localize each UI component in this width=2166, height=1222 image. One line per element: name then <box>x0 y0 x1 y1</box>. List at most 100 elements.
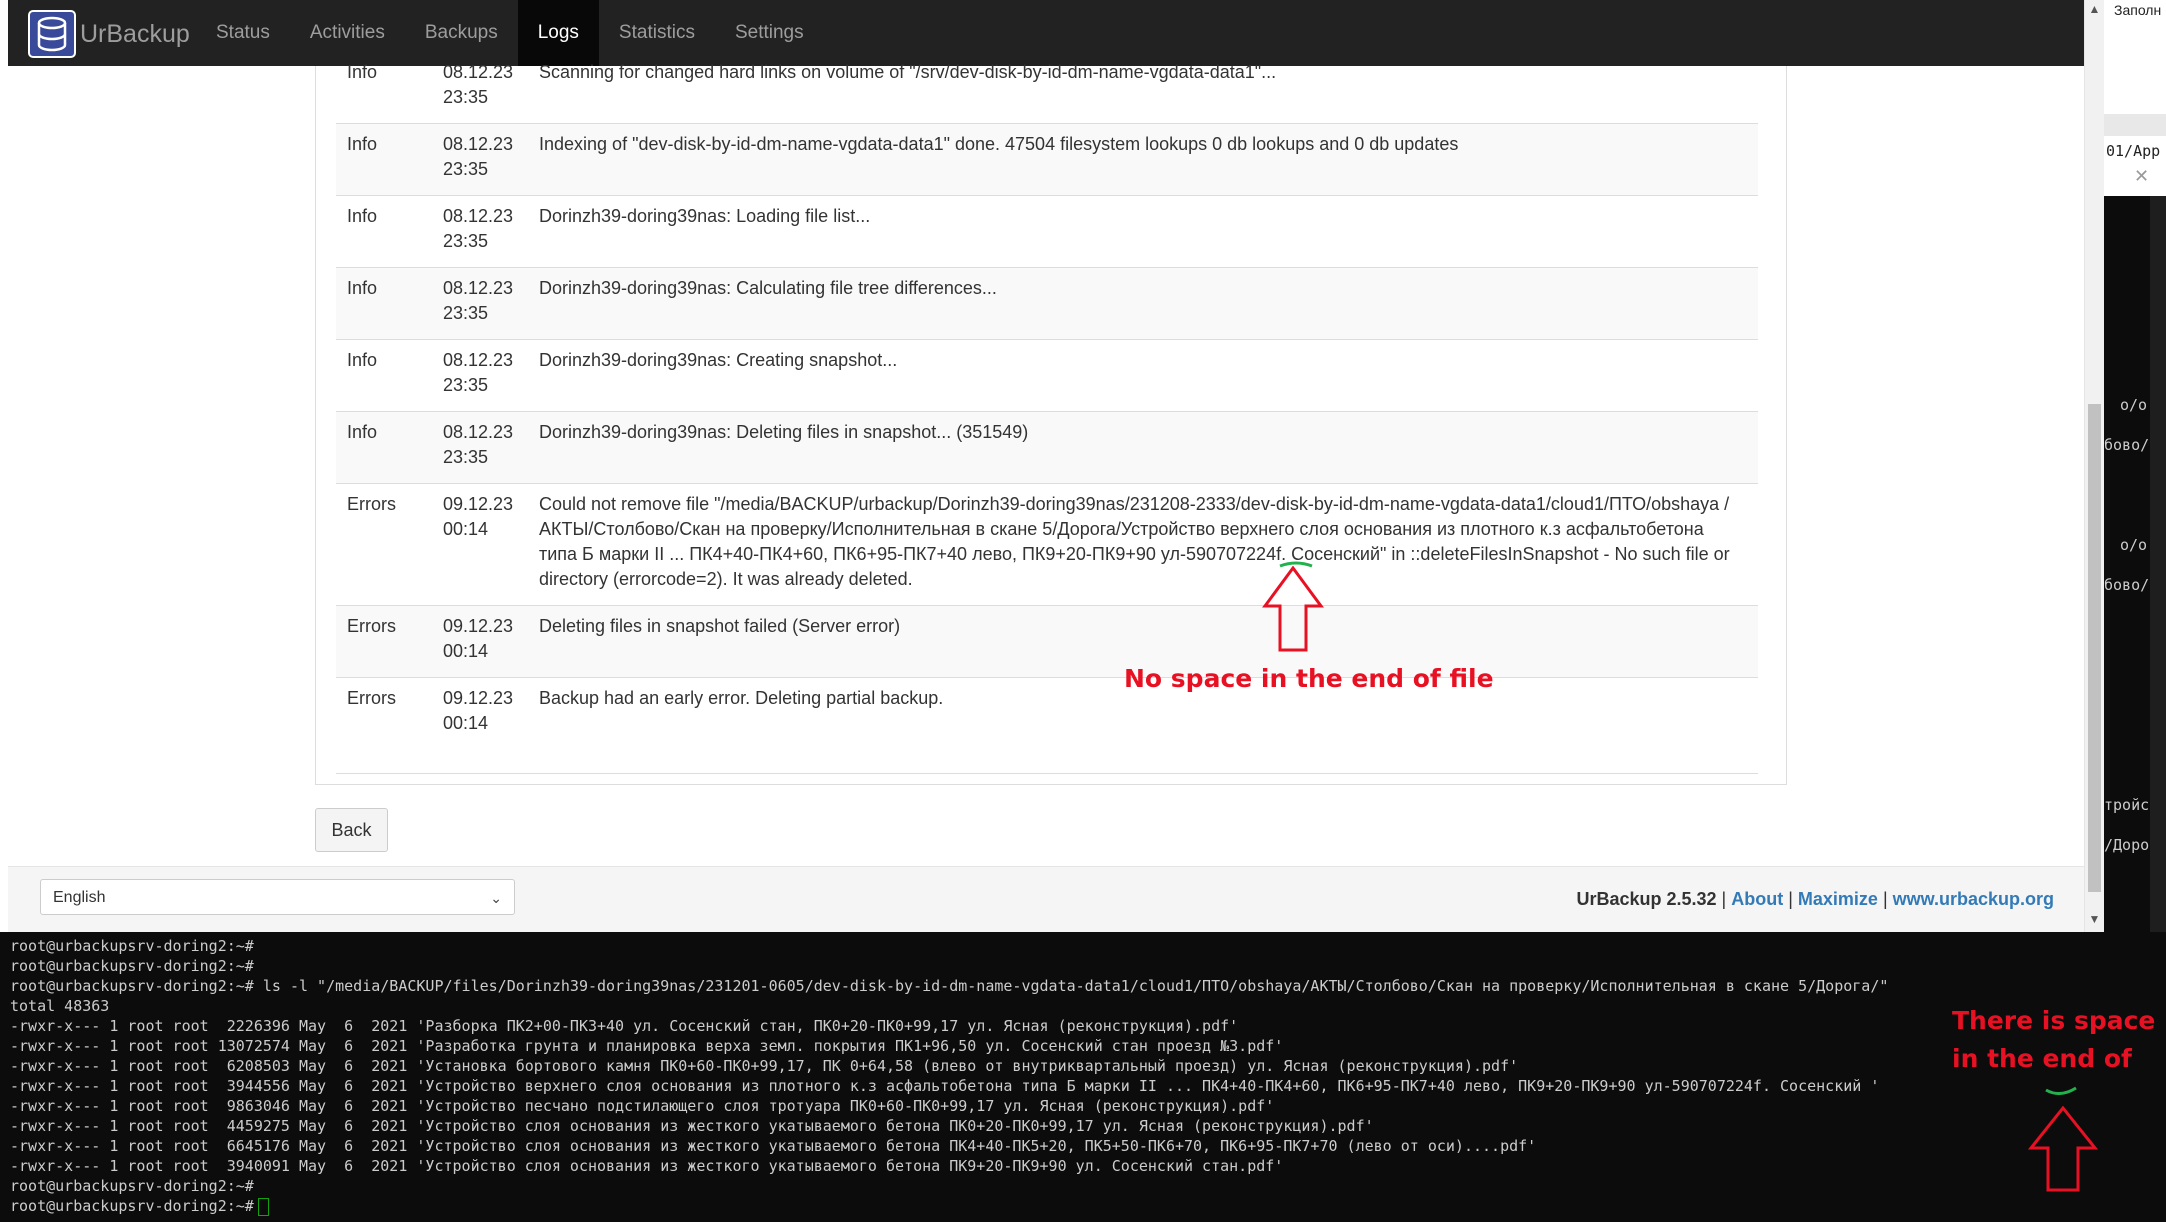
terminal-output: root@urbackupsrv-doring2:~# root@urbackup… <box>10 936 1888 1216</box>
log-date: 08.12.23 <box>443 278 514 298</box>
log-message: Dorinzh39-doring39nas: Calculating file … <box>539 278 997 298</box>
close-icon[interactable]: ✕ <box>2134 166 2149 187</box>
scrollbar-thumb[interactable] <box>2088 404 2101 892</box>
log-time: 23:35 <box>443 375 489 395</box>
arrow-up-icon <box>2028 1106 2098 1192</box>
language-select[interactable]: English ⌄ <box>40 879 515 915</box>
underline-mark <box>2045 1086 2077 1095</box>
log-datetime: 08.12.23 23:35 <box>443 348 523 398</box>
log-time: 00:14 <box>443 519 489 539</box>
footer: English ⌄ UrBackup 2.5.32 | About | Maxi… <box>8 866 2084 932</box>
log-time: 23:35 <box>443 447 489 467</box>
log-datetime: 08.12.23 23:35 <box>443 204 523 254</box>
log-type: Info <box>347 134 378 154</box>
log-datetime: 08.12.23 23:35 <box>443 132 523 182</box>
background-window-toolbar <box>2104 114 2166 136</box>
log-row: Info 08.12.23 23:35 Scanning for changed ha… <box>336 52 1758 124</box>
terminal-line: -rwxr-x--- 1 root root 13072574 May 6 20… <box>10 1037 1284 1055</box>
log-date: 08.12.23 <box>443 350 514 370</box>
log-type: Info <box>347 206 378 226</box>
background-window-title: Заполн <box>2114 2 2162 18</box>
log-datetime: 09.12.23 00:14 <box>443 614 523 664</box>
chevron-down-icon: ⌄ <box>490 890 502 906</box>
log-date: 08.12.23 <box>443 206 514 226</box>
log-message: Dorinzh39-doring39nas: Creating snapshot… <box>539 350 898 370</box>
separator: | <box>1783 889 1798 909</box>
terminal-line: -rwxr-x--- 1 root root 6645176 May 6 202… <box>10 1137 1537 1155</box>
about-link[interactable]: About <box>1731 889 1783 909</box>
log-row: Errors 09.12.23 00:14 Deleting files in sna… <box>336 606 1758 678</box>
background-scrollbar[interactable] <box>2150 196 2166 932</box>
separator: | <box>1877 889 1893 909</box>
log-message: Dorinzh39-doring39nas: Deleting files in… <box>539 422 1029 442</box>
annotation-there-is-space: There is space in the end of <box>1952 1002 2155 1078</box>
log-message: Indexing of "dev-disk-by-id-dm-name-vgda… <box>539 134 1459 154</box>
text-fragment: о/о <box>2120 536 2148 554</box>
terminal-line: root@urbackupsrv-doring2:~# <box>10 1196 1888 1216</box>
log-date: 08.12.23 <box>443 134 514 154</box>
log-message: Scanning for changed hard links on volum… <box>539 62 1277 82</box>
terminal-line: -rwxr-x--- 1 root root 3944556 May 6 202… <box>10 1077 1880 1095</box>
log-time: 23:35 <box>443 87 489 107</box>
log-row: Info 08.12.23 23:35 Dorinzh39-doring39nas: … <box>336 268 1758 340</box>
text-fragment: тройс <box>2104 796 2150 814</box>
brand[interactable]: UrBackup <box>28 8 190 60</box>
log-message: Dorinzh39-doring39nas: Loading file list… <box>539 206 871 226</box>
log-time: 00:14 <box>443 713 489 733</box>
log-row: Info 08.12.23 23:35 Indexing of "dev-disk-b… <box>336 124 1758 196</box>
urbackup-logo-icon <box>28 10 76 58</box>
log-row: Info 08.12.23 23:35 Dorinzh39-doring39nas: … <box>336 340 1758 412</box>
terminal-cursor <box>257 1197 269 1216</box>
terminal-line: -rwxr-x--- 1 root root 6208503 May 6 202… <box>10 1057 1519 1075</box>
log-date: 09.12.23 <box>443 494 514 514</box>
log-time: 00:14 <box>443 641 489 661</box>
annotation-line: There is space <box>1952 1006 2156 1035</box>
terminal-line: root@urbackupsrv-doring2:~# <box>10 1177 254 1195</box>
log-datetime: 09.12.23 00:14 <box>443 686 523 736</box>
log-datetime: 08.12.23 23:35 <box>443 420 523 470</box>
log-datetime: 08.12.23 23:35 <box>443 276 523 326</box>
log-type: Errors <box>347 494 396 514</box>
scroll-down-icon[interactable]: ▼ <box>2085 912 2104 926</box>
brand-name: UrBackup <box>80 19 190 48</box>
log-type: Errors <box>347 688 396 708</box>
terminal-line: root@urbackupsrv-doring2:~# ls -l "/medi… <box>10 977 1889 995</box>
log-time: 23:35 <box>443 231 489 251</box>
text-fragment: бово/ <box>2104 436 2150 454</box>
scroll-up-icon[interactable]: ▲ <box>2085 2 2104 16</box>
log-datetime: 08.12.23 23:35 <box>443 60 523 110</box>
nav-status[interactable]: Status <box>196 0 290 66</box>
back-button[interactable]: Back <box>315 808 388 852</box>
terminal-line: root@urbackupsrv-doring2:~# <box>10 937 254 955</box>
terminal-window[interactable]: root@urbackupsrv-doring2:~# root@urbackup… <box>0 932 2166 1222</box>
log-type: Info <box>347 422 378 442</box>
footer-links: UrBackup 2.5.32 | About | Maximize | www… <box>1576 889 2054 910</box>
log-type: Errors <box>347 616 396 636</box>
version-label: UrBackup 2.5.32 <box>1576 889 1717 909</box>
annotation-line: in the end of <box>1952 1044 2132 1073</box>
log-type: Info <box>347 278 378 298</box>
website-link[interactable]: www.urbackup.org <box>1893 889 2054 909</box>
log-message: Could not remove file "/media/BACKUP/urb… <box>539 494 1730 589</box>
text-fragment: бово/ <box>2104 576 2150 594</box>
browser-window: UrBackup Status Activities Backups Logs Stat… <box>8 0 2084 932</box>
terminal-line: root@urbackupsrv-doring2:~# <box>10 957 254 975</box>
log-row: Info 08.12.23 23:35 Dorinzh39-doring39nas: … <box>336 412 1758 484</box>
log-date: 09.12.23 <box>443 688 514 708</box>
page-scrollbar[interactable]: ▲ ▼ <box>2084 0 2104 932</box>
log-row: Errors 09.12.23 00:14 Backup had an early e… <box>336 678 1758 774</box>
log-date: 08.12.23 <box>443 422 514 442</box>
maximize-link[interactable]: Maximize <box>1798 889 1878 909</box>
terminal-line: -rwxr-x--- 1 root root 9863046 May 6 202… <box>10 1097 1275 1115</box>
language-value: English <box>53 889 106 906</box>
background-window-path: 01/App <box>2106 142 2161 160</box>
annotation-no-space: No space in the end of file <box>1124 664 1494 693</box>
log-time: 23:35 <box>443 159 489 179</box>
log-date: 08.12.23 <box>443 62 514 82</box>
terminal-line: -rwxr-x--- 1 root root 3940091 May 6 202… <box>10 1157 1284 1175</box>
log-message: Deleting files in snapshot failed (Serve… <box>539 616 901 636</box>
terminal-line: -rwxr-x--- 1 root root 4459275 May 6 202… <box>10 1117 1374 1135</box>
logs-panel: Info 08.12.23 23:35 Scanning for changed ha… <box>315 62 1787 785</box>
arrow-up-icon <box>1262 566 1324 652</box>
log-row: Errors 09.12.23 00:14 Could not remove file… <box>336 484 1758 606</box>
